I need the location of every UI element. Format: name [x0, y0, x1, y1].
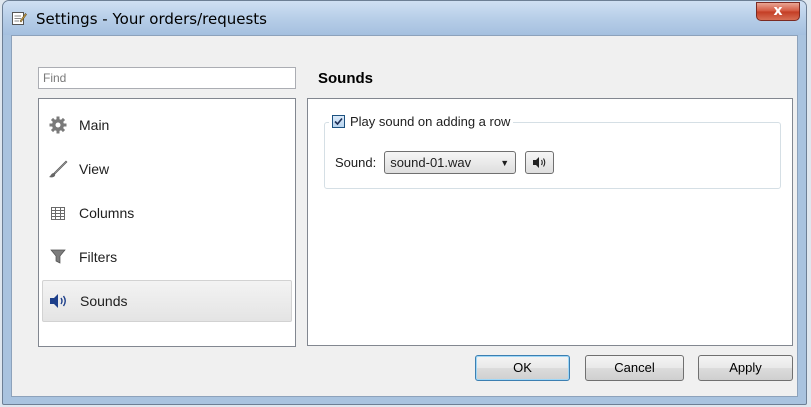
cancel-button[interactable]: Cancel	[585, 355, 684, 381]
play-sound-checkbox-row[interactable]: Play sound on adding a row	[329, 114, 514, 129]
window-title: Settings - Your orders/requests	[36, 10, 267, 28]
sidebar-item-main[interactable]: Main	[42, 104, 292, 146]
gear-icon	[48, 115, 68, 135]
sidebar-item-sounds[interactable]: Sounds	[42, 280, 292, 322]
funnel-icon	[48, 247, 68, 267]
dialog-body: Main View	[11, 35, 798, 397]
sidebar-item-label: Columns	[79, 205, 135, 221]
section-title: Sounds	[318, 70, 373, 87]
settings-window: Settings - Your orders/requests x Find M…	[2, 0, 807, 405]
close-button[interactable]: x	[756, 2, 800, 21]
brush-icon	[48, 159, 68, 179]
sidebar-item-label: View	[79, 161, 110, 177]
sidebar-item-view[interactable]: View	[42, 148, 292, 190]
play-sound-checkbox[interactable]	[332, 115, 345, 128]
play-sound-group: Play sound on adding a row Sound: sound-…	[324, 114, 781, 189]
sound-label: Sound:	[335, 155, 377, 170]
sound-select[interactable]: sound-01.wav ▼	[384, 151, 517, 174]
sound-row: Sound: sound-01.wav ▼	[335, 151, 555, 174]
speaker-icon	[532, 157, 546, 168]
sidebar-item-label: Filters	[79, 249, 118, 265]
chevron-down-icon: ▼	[500, 157, 510, 168]
sidebar-item-columns[interactable]: Columns	[42, 192, 292, 234]
settings-nav-list: Main View Columns Filters Sounds	[38, 98, 296, 347]
speaker-icon	[49, 291, 69, 311]
sound-select-value: sound-01.wav	[390, 155, 472, 170]
play-sound-label: Play sound on adding a row	[350, 114, 511, 129]
apply-button[interactable]: Apply	[698, 355, 793, 381]
ok-button[interactable]: OK	[475, 355, 570, 381]
notepad-icon	[11, 10, 27, 26]
sidebar-item-filters[interactable]: Filters	[42, 236, 292, 278]
play-sound-button[interactable]	[525, 151, 555, 174]
sidebar-item-label: Sounds	[80, 293, 128, 309]
sounds-panel: Play sound on adding a row Sound: sound-…	[307, 98, 793, 346]
sidebar-item-label: Main	[79, 117, 110, 133]
find-input[interactable]	[38, 67, 296, 89]
title-bar[interactable]: Settings - Your orders/requests x	[3, 1, 806, 35]
checkmark-icon	[334, 117, 343, 126]
table-columns-icon	[48, 203, 68, 223]
